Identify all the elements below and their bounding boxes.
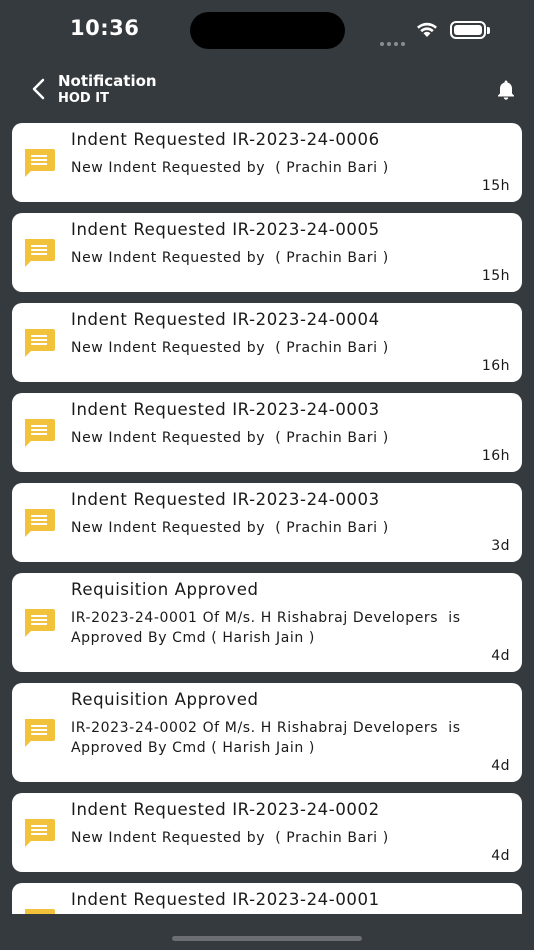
notification-title: Indent Requested IR-2023-24-0005 <box>71 220 380 239</box>
notification-time: 4d <box>491 648 510 664</box>
back-arrow-icon[interactable] <box>26 76 52 102</box>
notification-body: New Indent Requested by ( Prachin Bari ) <box>71 830 389 846</box>
message-icon <box>25 148 55 177</box>
message-icon <box>25 608 55 637</box>
notification-body: New Indent Requested by ( Prachin Bari ) <box>71 340 389 356</box>
home-indicator[interactable] <box>172 936 362 941</box>
notification-body: New Indent Requested by ( Prachin Bari ) <box>71 520 389 536</box>
notification-time: 16h <box>481 448 510 464</box>
notification-card[interactable]: Indent Requested IR-2023-24-0003 New Ind… <box>12 483 522 562</box>
notification-title: Indent Requested IR-2023-24-0004 <box>71 310 380 329</box>
status-bar: 10:36 <box>0 0 534 60</box>
notification-title: Requisition Approved <box>71 580 259 599</box>
notification-time: 16h <box>481 358 510 374</box>
header: Notification HOD IT <box>0 66 534 116</box>
message-icon <box>25 908 55 914</box>
notification-card[interactable]: Requisition Approved IR-2023-24-0002 Of … <box>12 683 522 782</box>
notification-body: New Indent Requested by ( Prachin Bari ) <box>71 160 389 176</box>
notification-time: 15h <box>481 268 510 284</box>
notification-body: IR-2023-24-0002 Of M/s. H Rishabraj Deve… <box>71 720 466 756</box>
cellular-signal-icon <box>380 31 408 50</box>
notification-body: New Indent Requested by ( Prachin Bari ) <box>71 430 389 446</box>
page-subtitle: HOD IT <box>58 91 109 106</box>
notification-card[interactable]: Indent Requested IR-2023-24-0005 New Ind… <box>12 213 522 292</box>
wifi-icon <box>417 22 437 37</box>
notification-card[interactable]: Indent Requested IR-2023-24-0002 New Ind… <box>12 793 522 872</box>
message-icon <box>25 508 55 537</box>
notification-body: New Indent Requested by ( Prachin Bari ) <box>71 250 389 266</box>
message-icon <box>25 418 55 447</box>
notification-card[interactable]: Indent Requested IR-2023-24-0006 New Ind… <box>12 123 522 202</box>
notification-title: Requisition Approved <box>71 690 259 709</box>
notification-card[interactable]: Indent Requested IR-2023-24-0004 New Ind… <box>12 303 522 382</box>
notification-time: 3d <box>491 538 510 554</box>
notification-title: Indent Requested IR-2023-24-0003 <box>71 490 380 509</box>
notification-time: 4d <box>491 758 510 774</box>
notification-title: Indent Requested IR-2023-24-0002 <box>71 800 380 819</box>
message-icon <box>25 238 55 267</box>
notification-card[interactable]: Requisition Approved IR-2023-24-0001 Of … <box>12 573 522 672</box>
notification-time: 4d <box>491 848 510 864</box>
message-icon <box>25 818 55 847</box>
notification-screen: 10:36 Notification HOD IT Indent Request… <box>0 0 534 950</box>
notification-body: IR-2023-24-0001 Of M/s. H Rishabraj Deve… <box>71 610 466 646</box>
status-time: 10:36 <box>70 16 140 40</box>
notification-time: 15h <box>481 178 510 194</box>
bell-icon[interactable] <box>494 78 518 102</box>
notification-title: Indent Requested IR-2023-24-0001 <box>71 890 380 909</box>
message-icon <box>25 328 55 357</box>
battery-icon <box>450 21 490 39</box>
dynamic-island <box>190 12 345 49</box>
notification-card[interactable]: Indent Requested IR-2023-24-0003 New Ind… <box>12 393 522 472</box>
notification-list[interactable]: Indent Requested IR-2023-24-0006 New Ind… <box>12 123 522 914</box>
notification-title: Indent Requested IR-2023-24-0003 <box>71 400 380 419</box>
notification-card[interactable]: Indent Requested IR-2023-24-0001 <box>12 883 522 914</box>
notification-title: Indent Requested IR-2023-24-0006 <box>71 130 380 149</box>
message-icon <box>25 718 55 747</box>
page-title: Notification <box>58 72 157 90</box>
